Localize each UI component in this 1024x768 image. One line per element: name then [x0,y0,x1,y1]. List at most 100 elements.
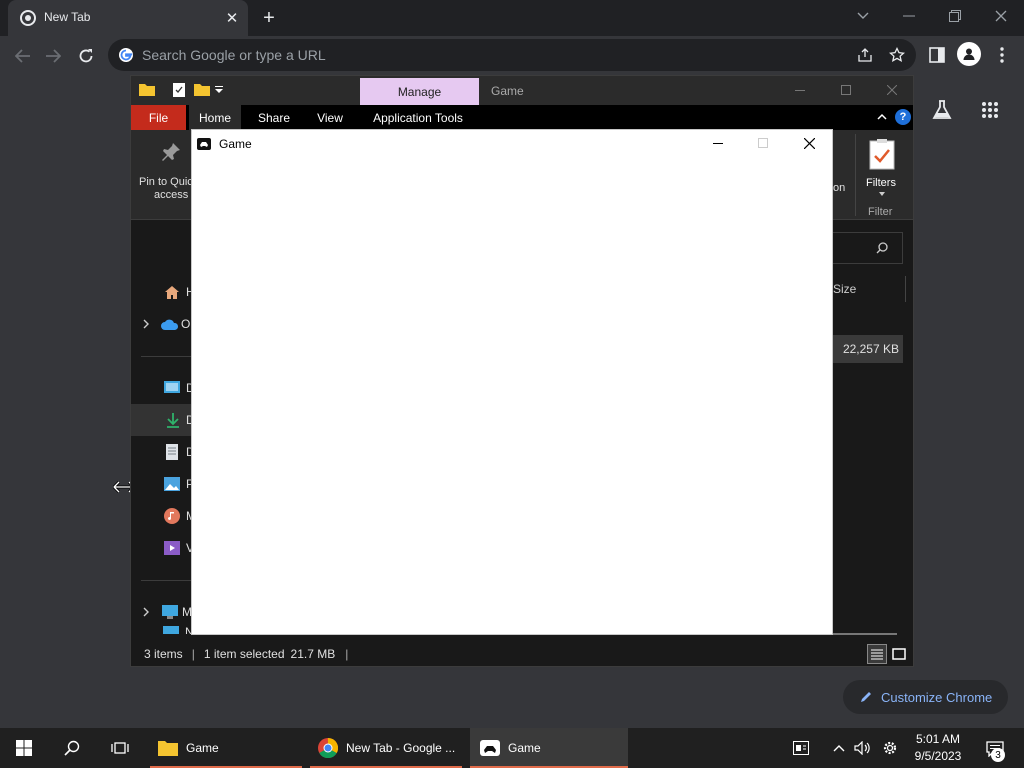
filter-group-label: Filter [868,206,893,218]
ribbon-tab-view[interactable]: View [307,105,353,130]
chrome-titlebar: New Tab ✕ + [0,0,1024,36]
column-header-size[interactable]: Size [833,282,856,296]
clock[interactable]: 5:01 AM 9/5/2023 [908,731,968,765]
ribbon-tabs: File Home Share View Application Tools ? [131,105,913,130]
folder-icon [139,83,155,96]
tab-search-icon[interactable] [850,6,876,26]
bookmark-star-icon[interactable] [886,45,908,65]
explorer-minimize-button[interactable] [787,82,813,98]
game-maximize-button[interactable] [751,134,775,152]
nav-item-downloads[interactable]: D [131,404,195,436]
expand-chevron-icon-2[interactable] [143,607,149,617]
status-selected: 1 item selected [203,647,285,661]
status-bar: 3 items | 1 item selected 21.7 MB | [131,642,913,666]
ribbon-tab-application-tools[interactable]: Application Tools [363,105,473,130]
volume-icon[interactable] [852,738,872,758]
minimize-button[interactable] [896,6,922,26]
ribbon-tab-home[interactable]: Home [189,105,241,130]
horizontal-scrollbar[interactable] [831,633,897,635]
customize-chrome-label: Customize Chrome [881,689,993,705]
help-icon[interactable]: ? [895,109,911,125]
large-icons-view-icon[interactable] [889,644,909,664]
show-hidden-icons-icon[interactable] [830,738,848,758]
tab-close-icon[interactable]: ✕ [222,8,242,28]
manage-tab[interactable]: Manage [360,78,479,105]
onedrive-cloud-icon [161,319,179,330]
details-view-icon[interactable] [867,644,887,664]
side-panel-icon[interactable] [926,44,948,66]
nav-item-desktop[interactable]: D [131,372,195,404]
videos-icon [164,541,180,555]
taskbar-item-chrome[interactable]: New Tab - Google ... [310,728,462,768]
ribbon-collapse-icon[interactable] [877,113,887,120]
explorer-search-box[interactable] [831,232,903,264]
explorer-close-button[interactable] [879,82,905,98]
explorer-titlebar: Manage Game [131,76,913,105]
taskbar-search-icon[interactable] [52,728,92,768]
taskbar-item-label: New Tab - Google ... [346,741,456,755]
nav-item-documents[interactable]: D [131,436,195,468]
filters-dropdown-icon [879,192,885,196]
restore-button[interactable] [942,6,968,26]
nav-item-pictures[interactable]: P [131,468,194,500]
chrome-menu-icon[interactable] [992,44,1012,66]
network-icon [163,626,179,634]
column-divider [905,276,906,302]
taskbar-gamepad-icon [480,740,500,756]
reload-icon[interactable] [73,43,99,69]
game-minimize-button[interactable] [706,134,730,152]
game-window-title: Game [219,136,252,151]
status-separator: | [191,647,195,661]
this-pc-icon [162,605,178,619]
nav-item-network[interactable]: Network [141,624,193,634]
file-size-cell: 22,257 KB [842,342,899,356]
settings-gear-icon[interactable] [880,738,900,758]
nav-item-music[interactable]: M [131,500,196,532]
task-view-icon[interactable] [100,728,140,768]
properties-icon[interactable] [173,83,185,97]
google-g-icon [118,47,134,63]
omnibox[interactable]: Search Google or type a URL [108,39,916,71]
ribbon-tab-share[interactable]: Share [249,105,299,130]
nav-divider-2 [141,580,193,581]
new-tab-button[interactable]: + [256,6,282,30]
expand-chevron-icon[interactable] [143,319,149,329]
close-window-button[interactable] [988,6,1014,26]
download-arrow-icon [166,412,180,428]
nav-item-onedrive[interactable]: O [131,308,193,340]
taskbar-item-label: Game [186,741,219,755]
quick-access-dropdown-icon[interactable] [215,86,223,94]
desktop-icon [164,381,180,395]
taskbar-item-explorer[interactable]: Game [150,728,302,768]
filters-label: Filters [866,177,896,189]
profile-avatar-icon[interactable] [957,42,981,66]
share-icon[interactable] [854,45,876,65]
notification-count-badge: 3 [991,748,1005,762]
start-windows-icon[interactable] [4,728,44,768]
filters-button[interactable]: Filters [861,134,907,200]
forward-arrow-icon[interactable] [40,43,66,69]
tab-title: New Tab [44,10,91,24]
customize-chrome-button[interactable]: Customize Chrome [843,680,1008,714]
tab-new-tab[interactable]: New Tab ✕ [8,0,248,36]
new-folder-icon[interactable] [194,83,210,96]
pin-label-2: access [154,189,189,201]
status-separator-2: | [345,647,349,661]
back-arrow-icon[interactable] [10,43,36,69]
home-icon [164,285,180,300]
nav-item-home[interactable]: H [131,276,195,308]
navigation-pane: H O D D D P M V [131,220,196,650]
google-apps-icon[interactable] [976,96,1004,124]
explorer-maximize-button[interactable] [833,82,859,98]
clock-date: 9/5/2023 [914,749,962,763]
ribbon-tab-file[interactable]: File [131,105,186,130]
taskbar: Game New Tab - Google ... Game 5:01 AM 9… [0,728,1024,768]
game-close-button[interactable] [797,134,821,152]
file-row-selected[interactable]: 22,257 KB [831,335,903,363]
labs-flask-icon[interactable] [928,96,956,124]
nav-item-videos[interactable]: V [131,532,194,564]
taskbar-item-game[interactable]: Game [470,728,628,768]
game-window[interactable]: Game [191,129,833,635]
nav-label-onedrive: O [181,317,191,331]
news-widget-icon[interactable] [790,738,812,758]
